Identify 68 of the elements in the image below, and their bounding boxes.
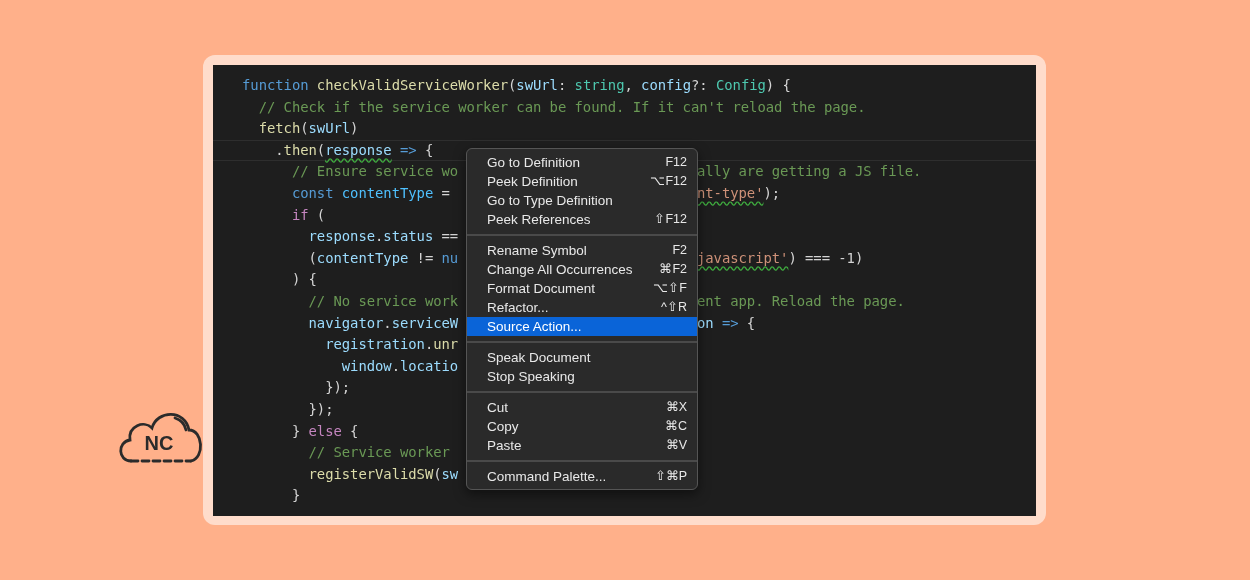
code-text: nt-type'); [696, 184, 781, 201]
cloud-icon [119, 413, 202, 463]
code-text: }); [307, 400, 334, 417]
code-text: // Service worker [307, 444, 450, 461]
menu-item-label: Go to Definition [487, 154, 581, 172]
shortcut-text: ⌥⇧F [653, 280, 687, 297]
menu-item-label: Go to Type Definition [487, 192, 613, 210]
shortcut-text: F12 [665, 154, 687, 171]
menu-item[interactable]: Change All Occurrences ⌘F2 [467, 260, 697, 279]
menu-item-label: Rename Symbol [487, 242, 587, 260]
menu-item[interactable]: Refactor... ^⇧R [467, 298, 697, 317]
menu-item-label: Cut [487, 399, 508, 417]
code-text: on => { [696, 314, 756, 331]
code-text: if ( [290, 206, 326, 223]
menu-item[interactable]: Rename Symbol F2 [467, 241, 697, 260]
code-text: registration.unr [324, 336, 459, 353]
menu-item[interactable]: Go to Definition F12 [467, 153, 697, 172]
menu-item-label: Peek References [487, 211, 591, 229]
menu-item[interactable]: Peek Definition ⌥F12 [467, 172, 697, 191]
menu-item[interactable]: Go to Type Definition [467, 191, 697, 210]
shortcut-text: ⇧F12 [654, 211, 687, 228]
shortcut-text: ⌘F2 [659, 261, 687, 278]
menu-item-label: Speak Document [487, 349, 591, 367]
menu-item[interactable]: Cut ⌘X [467, 398, 697, 417]
menu-item-label: Change All Occurrences [487, 261, 633, 279]
menu-item[interactable]: Command Palette... ⇧⌘P [467, 467, 697, 486]
code-text: .then(response => { [274, 141, 434, 158]
code-text: // Check if the service worker can be found. If it can't reload the page. [257, 98, 866, 115]
menu-item[interactable]: Paste ⌘V [467, 436, 697, 455]
code-text: }); [324, 379, 351, 396]
code-text: function checkValidServiceWorker(swUrl: string, config?: Config) { [242, 77, 791, 93]
code-text: ent app. Reload the page. [696, 292, 905, 309]
code-text: registerValidSW(sw [307, 465, 459, 482]
code-text: const contentType = [290, 184, 450, 201]
code-text: (contentType != nu [307, 249, 459, 266]
menu-item-label: Stop Speaking [487, 368, 575, 386]
logo-text: NC [144, 432, 174, 454]
shortcut-text: F2 [672, 242, 687, 259]
menu-item[interactable]: Source Action... [467, 317, 697, 336]
menu-item[interactable]: Stop Speaking [467, 367, 697, 386]
menu-item[interactable]: Speak Document [467, 348, 697, 367]
menu-item-label: Refactor... [487, 299, 549, 317]
code-text: fetch(swUrl) [257, 120, 359, 137]
code-text: javascript') === -1) [696, 249, 864, 266]
shortcut-text: ⌘V [665, 437, 687, 454]
menu-item[interactable]: Format Document ⌥⇧F [467, 279, 697, 298]
code-text: navigator.serviceW [307, 314, 459, 331]
shortcut-text: ⇧⌘P [654, 468, 687, 485]
menu-item-label: Command Palette... [487, 468, 607, 486]
shortcut-text: ⌥F12 [650, 173, 687, 190]
code-text: } else { [290, 422, 359, 439]
menu-item-label: Format Document [487, 280, 596, 298]
shortcut-text: ⌘X [665, 399, 687, 416]
menu-item[interactable]: Peek References ⇧F12 [467, 210, 697, 229]
code-text: // Ensure service wo [290, 163, 459, 180]
shortcut-text: ^⇧R [661, 299, 687, 316]
menu-item-label: Peek Definition [487, 173, 578, 191]
code-text: ally are getting a JS file. [696, 163, 922, 180]
shortcut-text: ⌘C [664, 418, 687, 435]
menu-item-label: Copy [487, 418, 519, 436]
code-text: ) { [290, 271, 317, 288]
code-text: // No service work [307, 292, 459, 309]
menu-item-label: Paste [487, 437, 522, 455]
code-text: window.locatio [340, 357, 459, 374]
menu-item[interactable]: Copy ⌘C [467, 417, 697, 436]
code-text: } [290, 487, 301, 504]
code-text: response.status == [307, 228, 459, 245]
menu-item-label: Source Action... [487, 318, 582, 336]
